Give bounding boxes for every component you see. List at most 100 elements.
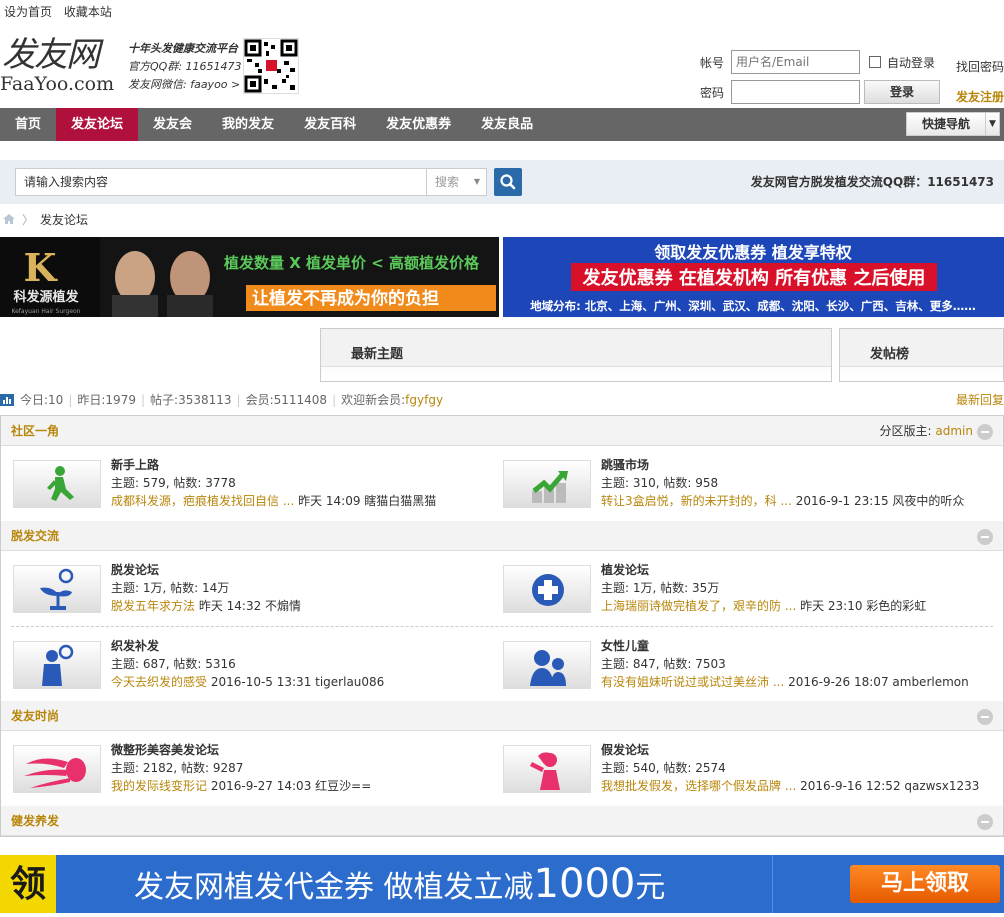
nav-item-forum[interactable]: 发友论坛 xyxy=(56,108,139,141)
tab-latest[interactable]: 最新主题 xyxy=(320,328,832,382)
last-post-link[interactable]: 成都科发源，疤痕植发找回自信 ... xyxy=(111,494,294,508)
banner1-formula: 植发数量 X 植发单价 < 高额植发价格 xyxy=(224,254,480,272)
nav-item-club[interactable]: 发友会 xyxy=(138,108,207,141)
moderator-label: 分区版主: xyxy=(879,424,936,438)
home-icon[interactable] xyxy=(2,213,16,225)
quick-nav-button[interactable]: 快捷导航 ▼ xyxy=(906,112,1000,136)
login-button[interactable]: 登录 xyxy=(864,80,940,104)
search-type-select[interactable]: 搜索 ▼ xyxy=(426,168,487,196)
checkbox-box[interactable] xyxy=(869,56,881,68)
nav-item-wiki[interactable]: 发友百科 xyxy=(289,108,371,141)
search-input[interactable]: 请输入搜索内容 xyxy=(15,168,427,196)
forum-title[interactable]: 新手上路 xyxy=(111,456,159,474)
forum-row: 脱发论坛 主题: 1万, 帖数: 14万 脱发五年求方法 昨天 14:32 不煽… xyxy=(1,551,1003,626)
forum-row: 新手上路 主题: 579, 帖数: 3778 成都科发源，疤痕植发找回自信 ..… xyxy=(1,446,1003,521)
banner-kefayuan[interactable]: K 科发源植发 Kefayuan Hair Surgeon 植发数量 X 植发单… xyxy=(0,237,499,317)
forum-title[interactable]: 跳骚市场 xyxy=(601,456,649,474)
auto-login-checkbox[interactable]: 自动登录 xyxy=(869,54,935,71)
nav-item-coupon[interactable]: 发友优惠券 xyxy=(371,108,466,141)
nav-item-home[interactable]: 首页 xyxy=(0,108,56,141)
account-label: 帐号 xyxy=(700,55,725,70)
yesterday-value: 1979 xyxy=(105,393,136,407)
forum-title[interactable]: 织发补发 xyxy=(111,637,159,655)
walking-person-icon[interactable] xyxy=(13,460,101,508)
coupon-unit: 元 xyxy=(635,870,666,905)
woman-wig-icon[interactable] xyxy=(503,745,591,793)
section-title[interactable]: 发友时尚 xyxy=(11,709,59,723)
collapse-icon[interactable] xyxy=(977,814,993,830)
forum-list: 社区一角 分区版主: admin 新手上路 主题: 579, 帖数: 3778 … xyxy=(0,415,1004,837)
forum-row: 微整形美容美发论坛 主题: 2182, 帖数: 9287 我的发际线变形记 20… xyxy=(1,731,1003,806)
last-post-link[interactable]: 转让3盒启悦，新的未开封的，科 ... xyxy=(601,494,792,508)
forum-card-wig: 假发论坛 主题: 540, 帖数: 2574 我想批发假发，选择哪个假发品牌 .… xyxy=(491,731,979,793)
qr-code-icon xyxy=(243,38,299,94)
forum-card-beauty: 微整形美容美发论坛 主题: 2182, 帖数: 9287 我的发际线变形记 20… xyxy=(1,731,481,793)
forum-title[interactable]: 假发论坛 xyxy=(601,741,649,759)
forum-stats-text: 主题: 540, 帖数: 2574 xyxy=(601,761,726,775)
forum-title[interactable]: 植发论坛 xyxy=(601,561,649,579)
banner1-logo-text: 科发源植发 xyxy=(13,289,79,305)
forum-stats-text: 主题: 2182, 帖数: 9287 xyxy=(111,761,244,775)
nav-item-goods[interactable]: 发友良品 xyxy=(466,108,548,141)
forum-stats-text: 主题: 687, 帖数: 5316 xyxy=(111,657,236,671)
person-bubble-icon[interactable] xyxy=(13,641,101,689)
coupon-amount: 1000 xyxy=(533,861,636,907)
last-post: 我的发际线变形记 2016-9-27 14:03 红豆沙== xyxy=(111,777,371,795)
last-post-link[interactable]: 脱发五年求方法 xyxy=(111,599,195,613)
find-password-link[interactable]: 找回密码 xyxy=(956,52,1004,82)
breadcrumb: 〉 发友论坛 xyxy=(0,209,88,229)
last-post-meta: 2016-10-5 13:31 tigerlau086 xyxy=(207,675,385,689)
caret-down-icon: ▼ xyxy=(473,177,480,186)
last-post-link[interactable]: 我的发际线变形记 xyxy=(111,779,207,793)
svg-text:K: K xyxy=(23,245,58,290)
last-post-link[interactable]: 我想批发假发，选择哪个假发品牌 ... xyxy=(601,779,796,793)
forum-title[interactable]: 女性儿童 xyxy=(601,637,649,655)
tab-latest-label: 最新主题 xyxy=(321,329,831,367)
market-chart-icon[interactable] xyxy=(503,460,591,508)
mother-child-icon[interactable] xyxy=(503,641,591,689)
account-input[interactable] xyxy=(731,50,860,74)
search-button[interactable] xyxy=(494,168,522,196)
collapse-icon[interactable] xyxy=(977,529,993,545)
section-title[interactable]: 脱发交流 xyxy=(11,529,59,543)
last-post: 转让3盒启悦，新的未开封的，科 ... 2016-9-1 23:15 风夜中的听… xyxy=(601,492,964,510)
last-post-link[interactable]: 有没有姐妹听说过或试过美丝沛 ... xyxy=(601,675,784,689)
members-label: 会员: xyxy=(245,393,274,407)
breadcrumb-current[interactable]: 发友论坛 xyxy=(40,211,88,228)
search-bar: 请输入搜索内容 搜索 ▼ 发友网官方脱发植发交流QQ群：11651473 xyxy=(0,160,1004,204)
last-post-link[interactable]: 今天去织发的感受 xyxy=(111,675,207,689)
last-post-meta: 2016-9-26 18:07 amberlemon xyxy=(784,675,969,689)
section-title[interactable]: 社区一角 xyxy=(11,424,59,438)
section-title[interactable]: 健发养发 xyxy=(11,814,59,828)
claim-now-button[interactable]: 马上领取 xyxy=(850,865,1000,903)
collapse-icon[interactable] xyxy=(977,709,993,725)
plant-bubble-icon[interactable] xyxy=(13,565,101,613)
forum-stats-text: 主题: 579, 帖数: 3778 xyxy=(111,476,236,490)
nav-item-my[interactable]: 我的发友 xyxy=(207,108,289,141)
banner-coupon[interactable]: 领取发友优惠券 植发享特权 发友优惠券 在植发机构 所有优惠 之后使用 地域分布… xyxy=(503,237,1004,317)
section-community: 社区一角 分区版主: admin xyxy=(1,416,1003,446)
forum-title[interactable]: 脱发论坛 xyxy=(111,561,159,579)
latest-reply-link[interactable]: 最新回复 xyxy=(956,391,1004,409)
medical-cross-icon[interactable] xyxy=(503,565,591,613)
last-post-link[interactable]: 上海瑞丽诗做完植发了，艰辛的防 ... xyxy=(601,599,796,613)
forum-stats-text: 主题: 1万, 帖数: 14万 xyxy=(111,581,230,595)
coupon-badge: 领 xyxy=(0,855,56,913)
login-links: 找回密码 发友注册 xyxy=(956,52,1004,112)
tab-top-posters[interactable]: 发帖榜 xyxy=(839,328,1004,382)
bottom-coupon-bar[interactable]: 领 发友网植发代金券 做植发立减1000元 马上领取 xyxy=(0,855,1004,913)
coupon-text-main: 发友网植发代金券 做植发立减 xyxy=(134,870,534,905)
qq-line: 官方QQ群: 11651473 xyxy=(128,60,242,73)
moderator-link[interactable]: admin xyxy=(935,424,973,438)
last-post: 有没有姐妹听说过或试过美丝沛 ... 2016-9-26 18:07 amber… xyxy=(601,673,969,691)
flowing-hair-icon[interactable] xyxy=(13,745,101,793)
set-home-link[interactable]: 设为首页 xyxy=(4,5,52,19)
password-input[interactable] xyxy=(731,80,860,104)
collapse-icon[interactable] xyxy=(977,424,993,440)
site-logo[interactable]: 发友网 FaaYoo.com xyxy=(0,36,128,98)
last-post-meta: 2016-9-27 14:03 红豆沙== xyxy=(207,779,372,793)
last-post-meta: 2016-9-1 23:15 风夜中的听众 xyxy=(791,494,965,508)
newest-member-link[interactable]: fgyfgy xyxy=(405,391,443,409)
bookmark-link[interactable]: 收藏本站 xyxy=(64,5,112,19)
forum-title[interactable]: 微整形美容美发论坛 xyxy=(111,741,219,759)
